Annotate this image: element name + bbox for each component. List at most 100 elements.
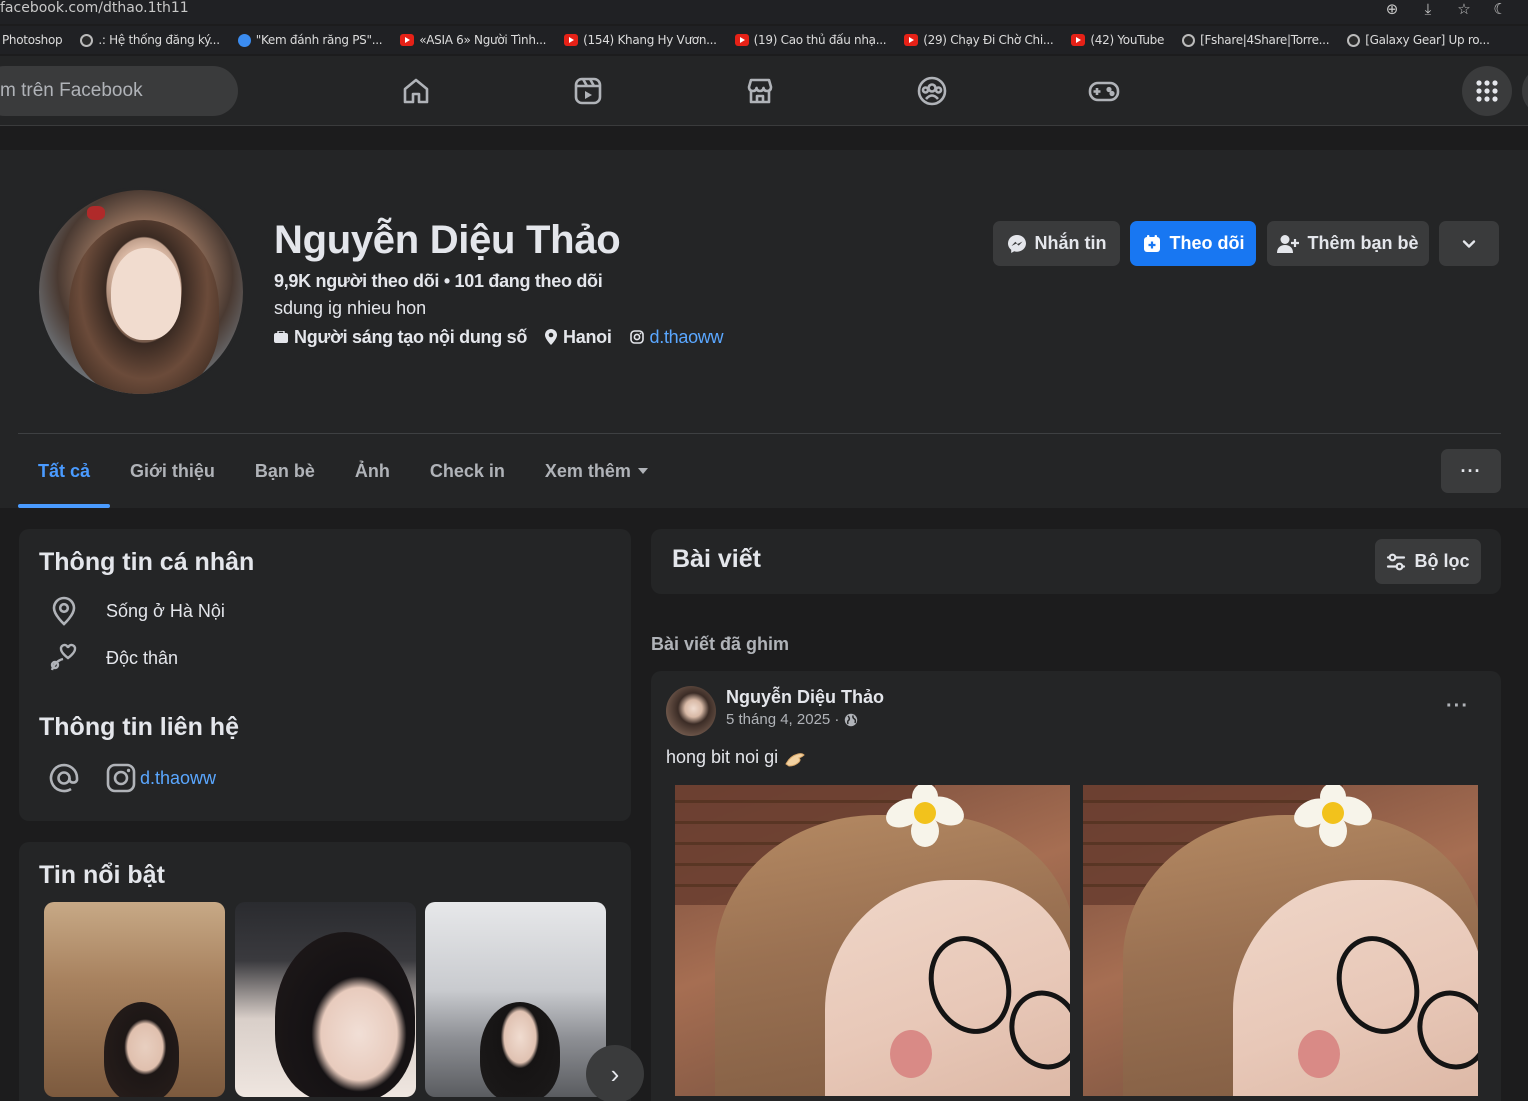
post-author-avatar[interactable] (666, 686, 716, 736)
tab-about[interactable]: Giới thiệu (110, 434, 235, 508)
instagram-contact: d.thaoww (106, 763, 216, 793)
lives-in-text: Sống ở Hà Nội (106, 600, 225, 621)
pinned-posts-label: Bài viết đã ghim (651, 634, 790, 654)
featured-story[interactable] (235, 902, 416, 1097)
youtube-icon (734, 34, 749, 46)
location-icon (49, 596, 79, 626)
featured-story[interactable] (44, 902, 225, 1097)
profile-meta: Người sáng tạo nội dung số Hanoi d.thaow… (274, 325, 724, 349)
add-friend-icon (1277, 234, 1300, 253)
public-globe-icon (845, 713, 858, 726)
bookmark-item[interactable]: Photoshop (2, 33, 63, 47)
photo-lips (890, 1030, 932, 1078)
flower-icon (886, 785, 964, 847)
globe-icon (1347, 33, 1361, 47)
tab-all[interactable]: Tất cả (18, 434, 111, 508)
bookmark-item[interactable]: .: Hệ thống đăng ký... (80, 33, 220, 47)
posts-header-card: Bài viết Bộ lọc (651, 529, 1501, 594)
relationship-row: Độc thân (49, 643, 178, 673)
profile-bio: sdung ig nhieu hon (274, 298, 427, 318)
groups-icon[interactable] (914, 73, 950, 109)
bookmark-item[interactable]: [Galaxy Gear] Up ro... (1347, 33, 1490, 47)
install-icon[interactable]: ⤓ (1418, 2, 1438, 17)
bookmark-item[interactable]: (19) Cao thủ đấu nhạ... (734, 33, 887, 47)
post-photo[interactable] (675, 785, 1070, 1096)
contact-title: Thông tin liên hệ (39, 713, 239, 741)
filter-button-label: Bộ lọc (1414, 551, 1470, 571)
globe-icon (1182, 33, 1196, 47)
bookmark-item[interactable]: (29) Chạy Đi Chờ Chi... (904, 33, 1054, 47)
url-text[interactable]: facebook.com/dthao.1th11 (0, 0, 189, 18)
instagram-icon (629, 330, 644, 344)
add-friend-button[interactable]: Thêm bạn bè (1267, 221, 1429, 266)
post-options-button[interactable]: ··· (1446, 695, 1469, 718)
filter-button[interactable]: Bộ lọc (1375, 539, 1481, 584)
youtube-icon (1071, 34, 1086, 46)
intro-card: Thông tin cá nhân Sống ở Hà Nội Độc thân… (19, 529, 631, 821)
bookmark-item[interactable]: [Fshare|4Share|Torre... (1182, 33, 1330, 47)
post-date[interactable]: 5 tháng 4, 2025 · (726, 711, 858, 728)
search-input[interactable]: m trên Facebook (0, 66, 238, 116)
bookmark-item[interactable]: "Kem đánh răng PS"... (237, 33, 383, 47)
hand-emoji-icon (785, 752, 805, 767)
message-button[interactable]: Nhắn tin (993, 221, 1120, 266)
profile-avatar[interactable] (36, 187, 246, 397)
category-item: Người sáng tạo nội dung số (274, 327, 527, 348)
featured-story[interactable] (425, 902, 606, 1097)
tab-see-more[interactable]: Xem thêm (525, 434, 669, 508)
location-text: Hanoi (563, 326, 612, 347)
heart-icon (49, 643, 79, 673)
more-options-button[interactable] (1439, 221, 1499, 266)
profile-header: Nguyễn Diệu Thảo 9,9K người theo dõi • 1… (0, 150, 1528, 508)
grid-menu-button[interactable] (1462, 66, 1512, 116)
star-icon[interactable]: ☆ (1454, 2, 1474, 17)
story-next-button[interactable]: › (586, 1045, 644, 1101)
relationship-text: Độc thân (106, 647, 179, 668)
avatar-bow (87, 206, 105, 220)
globe-icon (80, 33, 94, 47)
browser-address-bar[interactable]: facebook.com/dthao.1th11 ⊕ ⤓ ☆ ☾ (0, 0, 1528, 24)
tab-check-in[interactable]: Check in (410, 434, 525, 508)
grid-menu-icon (1476, 80, 1498, 102)
follow-button-label: Theo dõi (1169, 233, 1245, 253)
profile-stats[interactable]: 9,9K người theo dõi • 101 đang theo dõi (274, 271, 603, 292)
tab-friends[interactable]: Bạn bè (235, 434, 335, 508)
bookmark-item[interactable]: (42) YouTube (1071, 33, 1164, 47)
follow-button[interactable]: Theo dõi (1130, 221, 1256, 266)
search-placeholder: m trên Facebook (0, 80, 143, 101)
facebook-top-nav: m trên Facebook (0, 56, 1528, 126)
bookmark-item[interactable]: «ASIA 6» Người Tình... (400, 33, 546, 47)
site-icon (237, 33, 251, 47)
tab-photos[interactable]: Ảnh (335, 434, 410, 508)
location-pin-icon (545, 329, 558, 345)
marketplace-icon[interactable] (742, 73, 778, 109)
home-icon[interactable] (398, 73, 434, 109)
photo-lips (1298, 1030, 1340, 1078)
location-item: Hanoi (545, 327, 612, 348)
tabs-more-button[interactable]: ··· (1441, 449, 1501, 493)
follow-icon (1143, 234, 1160, 252)
filter-icon (1387, 553, 1406, 570)
reels-icon[interactable] (570, 73, 606, 109)
story-person (104, 1002, 179, 1097)
instagram-icon (106, 763, 136, 793)
dark-mode-icon[interactable]: ☾ (1490, 2, 1510, 17)
post-author-name[interactable]: Nguyễn Diệu Thảo (726, 687, 884, 708)
story-person (480, 1002, 560, 1097)
gaming-icon[interactable] (1086, 73, 1122, 109)
featured-title: Tin nổi bật (39, 861, 165, 889)
messenger-icon (1007, 234, 1026, 253)
youtube-icon (400, 34, 415, 46)
instagram-contact-link[interactable]: d.thaoww (140, 768, 216, 789)
briefcase-icon (274, 331, 288, 343)
flower-icon (1294, 785, 1372, 847)
zoom-icon[interactable]: ⊕ (1382, 2, 1402, 17)
caret-down-icon (637, 468, 648, 474)
avatar-face (111, 248, 181, 340)
post-photo[interactable] (1083, 785, 1478, 1096)
bookmark-item[interactable]: (154) Khang Hy Vươn... (564, 33, 717, 47)
contact-row: d.thaoww (49, 763, 216, 793)
category-text: Người sáng tạo nội dung số (294, 326, 528, 347)
messenger-button[interactable] (1522, 66, 1528, 116)
instagram-link[interactable]: d.thaoww (650, 327, 724, 348)
